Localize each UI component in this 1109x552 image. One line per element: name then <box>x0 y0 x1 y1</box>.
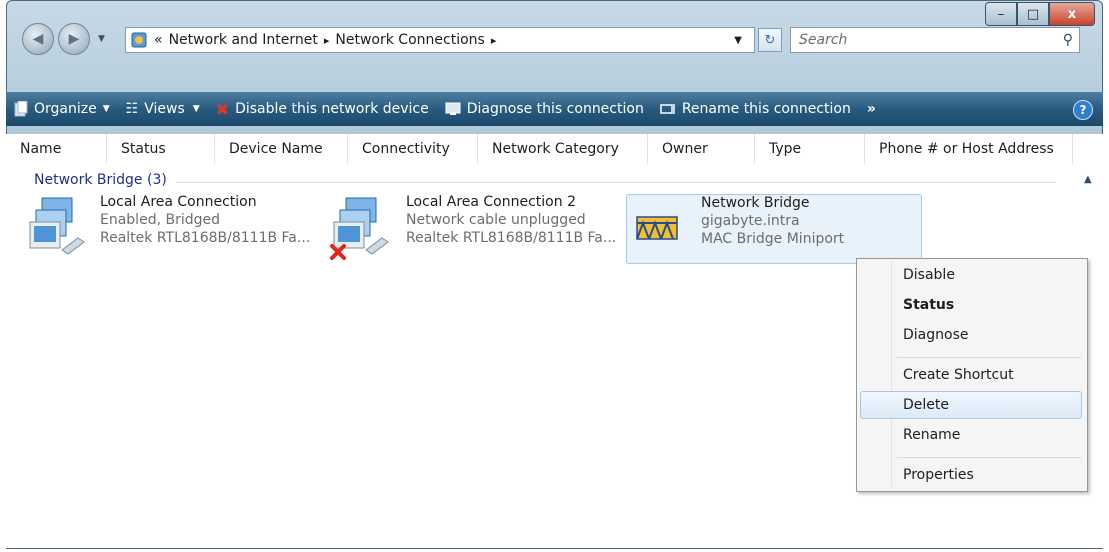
column-header-owner[interactable]: Owner <box>648 134 755 164</box>
help-button[interactable]: ? <box>1073 100 1093 120</box>
chevron-down-icon: ▼ <box>102 104 110 114</box>
item-device: MAC Bridge Miniport <box>701 231 845 247</box>
more-commands-button[interactable]: » <box>859 92 884 126</box>
item-device: Realtek RTL8168B/8111B Fa... <box>406 230 617 246</box>
context-menu: Disable Status Diagnose Create Shortcut … <box>856 258 1088 492</box>
item-device: Realtek RTL8168B/8111B Fa... <box>100 230 311 246</box>
breadcrumb-prefix[interactable]: « <box>154 32 163 48</box>
menu-item-properties[interactable]: Properties <box>903 467 974 483</box>
item-name: Local Area Connection <box>100 194 257 210</box>
rename-label: Rename this connection <box>681 101 851 117</box>
group-header[interactable]: Network Bridge (3) <box>34 172 167 188</box>
address-bar[interactable]: « Network and Internet ▸ Network Connect… <box>125 27 782 53</box>
column-header-phone-host[interactable]: Phone # or Host Address <box>865 134 1073 164</box>
disable-x-icon: ✖ <box>215 99 230 119</box>
views-label: Views <box>144 101 185 117</box>
network-connection-icon <box>29 197 85 255</box>
rename-icon <box>660 104 675 114</box>
column-header-network-category[interactable]: Network Category <box>478 134 648 164</box>
menu-item-status[interactable]: Status <box>903 297 954 313</box>
breadcrumb-network-connections[interactable]: Network Connections <box>335 32 484 48</box>
column-header-connectivity[interactable]: Connectivity <box>348 134 478 164</box>
control-panel-icon <box>131 32 147 48</box>
menu-item-delete[interactable]: Delete <box>903 397 949 413</box>
item-status: Enabled, Bridged <box>100 212 220 228</box>
diagnose-button[interactable]: Diagnose this connection <box>437 92 652 126</box>
rename-button[interactable]: Rename this connection <box>652 92 859 126</box>
column-header-device-name[interactable]: Device Name <box>215 134 348 164</box>
disable-device-button[interactable]: ✖ Disable this network device <box>208 92 437 126</box>
menu-separator <box>897 457 1081 458</box>
column-header-status[interactable]: Status <box>107 134 215 164</box>
search-input[interactable]: Search ⚲ <box>790 27 1080 53</box>
diagnose-icon <box>445 102 461 115</box>
menu-item-rename[interactable]: Rename <box>903 427 960 443</box>
command-bar: Organize ▼ ☷ Views ▼ ✖ Disable this netw… <box>6 92 1103 126</box>
connection-item-local-area-connection[interactable]: Local Area Connection Enabled, Bridged R… <box>24 194 310 262</box>
organize-icon <box>14 101 28 117</box>
back-button[interactable]: ◀ <box>22 23 54 55</box>
menu-separator <box>897 357 1081 358</box>
disable-device-label: Disable this network device <box>235 101 429 117</box>
collapse-group-icon[interactable]: ▲ <box>1084 174 1092 185</box>
menu-item-highlight <box>860 391 1082 419</box>
item-name: Local Area Connection 2 <box>406 194 576 210</box>
search-icon[interactable]: ⚲ <box>1063 32 1073 48</box>
column-header-name[interactable]: Name <box>6 134 107 164</box>
chevron-down-icon: ▼ <box>192 104 200 114</box>
refresh-button[interactable]: ↻ <box>758 28 782 52</box>
views-icon: ☷ <box>125 101 139 117</box>
breadcrumb-separator-icon[interactable]: ▸ <box>491 34 497 47</box>
menu-item-diagnose[interactable]: Diagnose <box>903 327 968 343</box>
breadcrumb-network-and-internet[interactable]: Network and Internet <box>169 32 318 48</box>
item-name: Network Bridge <box>701 195 810 211</box>
organize-label: Organize <box>34 101 97 117</box>
navigation-row: ◀ ▶ ▼ « Network and Internet ▸ Network C… <box>20 20 1090 60</box>
network-bridge-icon <box>636 216 678 240</box>
item-status: gigabyte.intra <box>701 213 800 229</box>
search-placeholder: Search <box>799 32 848 48</box>
column-header-type[interactable]: Type <box>755 134 865 164</box>
views-button[interactable]: ☷ Views ▼ <box>118 92 208 126</box>
connection-item-network-bridge[interactable]: Network Bridge gigabyte.intra MAC Bridge… <box>626 194 922 264</box>
menu-gutter <box>891 261 892 487</box>
address-dropdown-icon[interactable]: ▼ <box>734 35 742 46</box>
item-status: Network cable unplugged <box>406 212 586 228</box>
column-headers: Name Status Device Name Connectivity Net… <box>6 134 1103 165</box>
group-divider <box>176 182 1056 183</box>
recent-pages-dropdown-icon[interactable]: ▼ <box>98 34 105 44</box>
forward-button[interactable]: ▶ <box>58 23 90 55</box>
connection-item-local-area-connection-2[interactable]: Local Area Connection 2 Network cable un… <box>324 194 617 262</box>
network-connection-icon <box>330 197 389 260</box>
organize-button[interactable]: Organize ▼ <box>6 92 118 126</box>
breadcrumb-separator-icon[interactable]: ▸ <box>324 34 330 47</box>
menu-item-create-shortcut[interactable]: Create Shortcut <box>903 367 1014 383</box>
menu-item-disable[interactable]: Disable <box>903 267 955 283</box>
diagnose-label: Diagnose this connection <box>466 101 644 117</box>
